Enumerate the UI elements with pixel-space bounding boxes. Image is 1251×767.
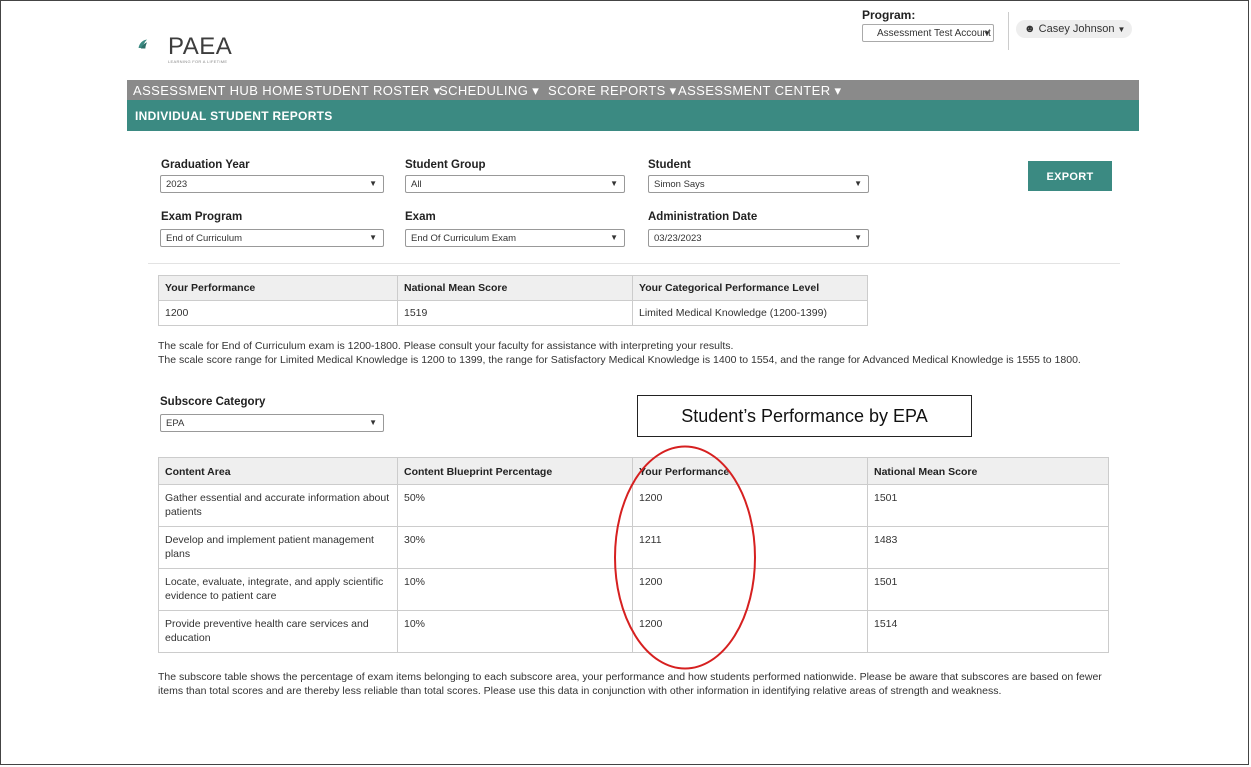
user-icon: ☻ <box>1024 23 1036 35</box>
nav-score-reports[interactable]: SCORE REPORTS ▾ <box>548 83 677 99</box>
blueprint-cell: 50% <box>397 484 633 527</box>
graduation-year-label: Graduation Year <box>161 159 250 171</box>
blueprint-cell: 10% <box>397 568 633 611</box>
scale-note-line1: The scale for End of Curriculum exam is … <box>158 340 734 352</box>
exam-label: Exam <box>405 211 436 223</box>
exam-program-label: Exam Program <box>161 211 243 223</box>
student-label: Student <box>648 159 691 171</box>
section-bar: INDIVIDUAL STUDENT REPORTS <box>127 100 1139 131</box>
graduation-year-select[interactable]: 2023 ▼ <box>160 175 384 193</box>
nav-student-roster[interactable]: STUDENT ROSTER ▾ <box>305 83 440 99</box>
column-header: Your Categorical Performance Level <box>632 275 868 301</box>
graduation-year-value: 2023 <box>166 179 188 190</box>
chevron-down-icon: ▼ <box>369 179 377 188</box>
logo-text: PAEA <box>168 33 233 60</box>
main-nav: ASSESSMENT HUB HOME STUDENT ROSTER ▾ SCH… <box>127 80 1139 100</box>
national-mean-cell: 1514 <box>867 610 1109 653</box>
chevron-down-icon: ▼ <box>610 233 618 242</box>
user-menu[interactable]: ☻ Casey Johnson ▼ <box>1016 20 1132 38</box>
footer-note: The subscore table shows the percentage … <box>158 671 1102 697</box>
content-area-cell: Gather essential and accurate informatio… <box>158 484 398 527</box>
content-area-cell: Provide preventive health care services … <box>158 610 398 653</box>
program-select[interactable]: Assessment Test Account <box>862 24 994 42</box>
admin-date-value: 03/23/2023 <box>654 233 702 244</box>
user-name: Casey Johnson <box>1038 23 1115 35</box>
student-group-select[interactable]: All ▼ <box>405 175 625 193</box>
national-mean-value: 1519 <box>397 300 633 326</box>
logo-tagline: LEARNING FOR A LIFETIME <box>168 59 228 64</box>
export-button[interactable]: EXPORT <box>1028 161 1112 191</box>
column-header: National Mean Score <box>397 275 633 301</box>
scale-note: The scale for End of Curriculum exam is … <box>158 339 1118 367</box>
performance-summary-table: Your Performance National Mean Score You… <box>158 275 868 326</box>
student-value: Simon Says <box>654 179 705 190</box>
national-mean-cell: 1501 <box>867 568 1109 611</box>
table-row: 1200 1519 Limited Medical Knowledge (120… <box>158 300 868 326</box>
chevron-down-icon: ▼ <box>369 233 377 242</box>
subscore-category-value: EPA <box>166 418 185 429</box>
paea-logo[interactable] <box>138 26 172 62</box>
admin-date-select[interactable]: 03/23/2023 ▼ <box>648 229 869 247</box>
your-performance-value: 1200 <box>158 300 398 326</box>
divider <box>148 263 1120 264</box>
exam-program-value: End of Curriculum <box>166 233 243 244</box>
chevron-down-icon: ▼ <box>1117 25 1126 34</box>
student-group-value: All <box>411 179 422 190</box>
program-label: Program: <box>862 8 916 22</box>
column-header: National Mean Score <box>867 457 1109 485</box>
chevron-down-icon: ▼ <box>854 179 862 188</box>
content-area-cell: Develop and implement patient management… <box>158 526 398 569</box>
annotation-ellipse <box>614 445 756 670</box>
chevron-down-icon: ▼ <box>369 418 377 427</box>
national-mean-cell: 1483 <box>867 526 1109 569</box>
section-title: INDIVIDUAL STUDENT REPORTS <box>135 109 333 123</box>
exam-select[interactable]: End Of Curriculum Exam ▼ <box>405 229 625 247</box>
column-header: Content Blueprint Percentage <box>397 457 633 485</box>
column-header: Your Performance <box>158 275 398 301</box>
content-area-cell: Locate, evaluate, integrate, and apply s… <box>158 568 398 611</box>
exam-program-select[interactable]: End of Curriculum ▼ <box>160 229 384 247</box>
performance-level-value: Limited Medical Knowledge (1200-1399) <box>632 300 868 326</box>
header-divider <box>1008 12 1009 50</box>
chevron-down-icon: ▼ <box>983 29 991 38</box>
subscore-category-label: Subscore Category <box>160 396 266 408</box>
column-header: Content Area <box>158 457 398 485</box>
student-group-label: Student Group <box>405 159 486 171</box>
chevron-down-icon: ▼ <box>610 179 618 188</box>
exam-value: End Of Curriculum Exam <box>411 233 517 244</box>
annotation-callout: Student’s Performance by EPA <box>637 395 972 437</box>
nav-assessment-center[interactable]: ASSESSMENT CENTER ▾ <box>678 83 841 99</box>
student-select[interactable]: Simon Says ▼ <box>648 175 869 193</box>
nav-assessment-hub-home[interactable]: ASSESSMENT HUB HOME <box>133 83 303 98</box>
blueprint-cell: 30% <box>397 526 633 569</box>
subscore-category-select[interactable]: EPA ▼ <box>160 414 384 432</box>
scale-note-line2: The scale score range for Limited Medica… <box>158 354 1081 366</box>
blueprint-cell: 10% <box>397 610 633 653</box>
national-mean-cell: 1501 <box>867 484 1109 527</box>
nav-scheduling[interactable]: SCHEDULING ▾ <box>439 83 539 99</box>
admin-date-label: Administration Date <box>648 211 758 223</box>
chevron-down-icon: ▼ <box>854 233 862 242</box>
